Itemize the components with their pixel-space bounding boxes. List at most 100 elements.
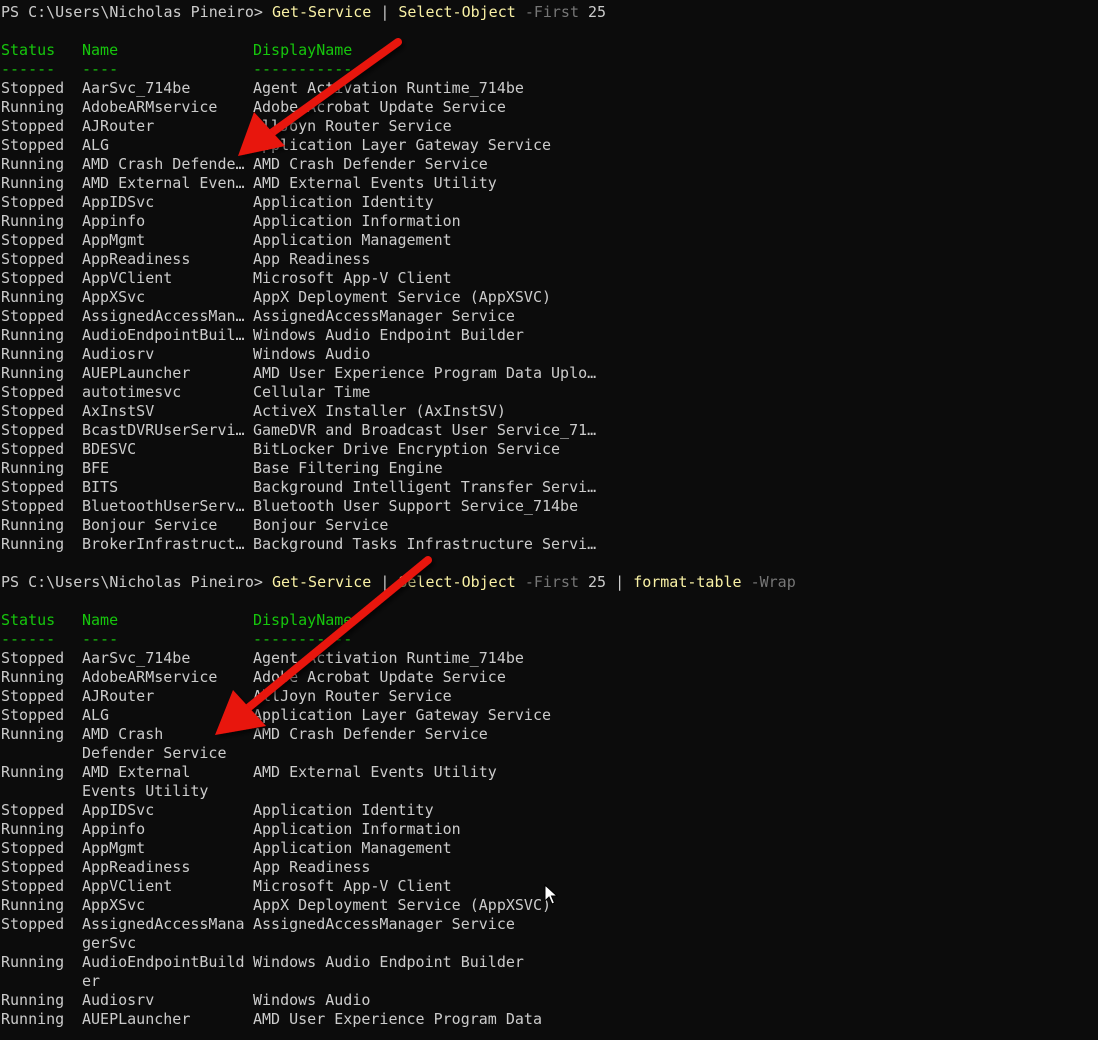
- row-status: Stopped: [1, 269, 65, 287]
- underline-status: ------: [1, 60, 56, 78]
- table-row: Stopped BluetoothUserServ… Bluetooth User …: [1, 497, 1097, 516]
- table-row: Stopped AppIDSvc Application Identity: [1, 193, 1097, 212]
- row-status: Stopped: [1, 421, 65, 439]
- table-row: Running AUEPLauncher AMD User Experience P…: [1, 364, 1097, 383]
- row-name: AarSvc_714be: [82, 649, 191, 667]
- row-name: AdobeARMservice: [82, 668, 218, 686]
- table-row: Running BFE Base Filtering Engine: [1, 459, 1097, 478]
- table-row: Stopped AssignedAccessMana AssignedAccessM…: [1, 915, 1097, 934]
- table-row: Stopped ALG Application Layer Gateway Serv…: [1, 706, 1097, 725]
- row-status: Stopped: [1, 801, 65, 819]
- row-status: Stopped: [1, 193, 65, 211]
- table-row: Running AUEPLauncher AMD User Experience P…: [1, 1010, 1097, 1029]
- underline-status: ------: [1, 630, 56, 648]
- row-displayname: Application Information: [253, 212, 461, 230]
- row-name: AppMgmt: [82, 231, 146, 249]
- row-status: Stopped: [1, 497, 65, 515]
- row-name: AMD External Even…: [82, 174, 245, 192]
- underline-name: ----: [82, 60, 119, 78]
- row-displayname: Application Identity: [253, 193, 434, 211]
- row-name: AJRouter: [82, 687, 155, 705]
- row-status: Stopped: [1, 440, 65, 458]
- row-name: AarSvc_714be: [82, 79, 191, 97]
- row-name: er: [82, 972, 101, 990]
- row-displayname: Adobe Acrobat Update Service: [253, 98, 506, 116]
- header-displayname: DisplayName: [253, 611, 353, 629]
- table-row: Running Appinfo Application Information: [1, 820, 1097, 839]
- row-status: Stopped: [1, 687, 65, 705]
- service-table-2: Stopped AarSvc_714be Agent Activation Runt…: [1, 649, 1097, 1029]
- row-name: BluetoothUserServ…: [82, 497, 245, 515]
- row-displayname: Windows Audio: [253, 991, 371, 1009]
- mouse-pointer-icon: [544, 884, 558, 905]
- param-wrap: -Wrap: [750, 573, 796, 591]
- row-displayname: AMD User Experience Program Data: [253, 1010, 542, 1028]
- table-row: Stopped AxInstSV ActiveX Installer (AxInst…: [1, 402, 1097, 421]
- header-status: Status: [1, 41, 56, 59]
- table-row: Stopped BcastDVRUserServi… GameDVR and Bro…: [1, 421, 1097, 440]
- row-name: AppVClient: [82, 269, 173, 287]
- cmdlet-format-table: format-table: [633, 573, 742, 591]
- param-first: -First: [524, 3, 579, 21]
- row-name: AMD Crash Defende…: [82, 155, 245, 173]
- command-line-1: PS C:\Users\Nicholas Pineiro> Get-Servic…: [1, 3, 1097, 22]
- row-status: Running: [1, 155, 65, 173]
- table-row: Running Bonjour Service Bonjour Service: [1, 516, 1097, 535]
- param-value: 25: [588, 573, 607, 591]
- cmdlet-select-object: Select-Object: [398, 573, 516, 591]
- underline-displayname: -----------: [253, 60, 353, 78]
- row-name: Appinfo: [82, 212, 146, 230]
- underline-displayname: -----------: [253, 630, 353, 648]
- row-name: ALG: [82, 706, 110, 724]
- row-name: Events Utility: [82, 782, 209, 800]
- table-row: Running AdobeARMservice Adobe Acrobat Upda…: [1, 668, 1097, 687]
- row-status: Stopped: [1, 915, 65, 933]
- row-status: Stopped: [1, 307, 65, 325]
- row-status: Running: [1, 174, 65, 192]
- row-name: AssignedAccessMan…: [82, 307, 245, 325]
- row-name: Audiosrv: [82, 345, 155, 363]
- row-name: AppIDSvc: [82, 801, 155, 819]
- row-name: BFE: [82, 459, 110, 477]
- row-name: BcastDVRUserServi…: [82, 421, 245, 439]
- table-row: Stopped BDESVC BitLocker Drive Encryption …: [1, 440, 1097, 459]
- row-name: AJRouter: [82, 117, 155, 135]
- row-name: BITS: [82, 478, 119, 496]
- row-name: gerSvc: [82, 934, 137, 952]
- row-name: AxInstSV: [82, 402, 155, 420]
- row-name: AudioEndpointBuil…: [82, 326, 245, 344]
- row-status: Stopped: [1, 250, 65, 268]
- row-name: AppXSvc: [82, 896, 146, 914]
- table-row: Stopped AppVClient Microsoft App-V Client: [1, 269, 1097, 288]
- row-name: BDESVC: [82, 440, 137, 458]
- table-row: Running AppXSvc AppX Deployment Service (A…: [1, 288, 1097, 307]
- row-name: AppMgmt: [82, 839, 146, 857]
- table-row: Running AMD External Even… AMD External Ev…: [1, 174, 1097, 193]
- row-displayname: Background Tasks Infrastructure Servi…: [253, 535, 597, 553]
- row-status: Stopped: [1, 231, 65, 249]
- row-status: Running: [1, 98, 65, 116]
- row-status: Stopped: [1, 649, 65, 667]
- row-displayname: Base Filtering Engine: [253, 459, 443, 477]
- table-row: Running AMD External AMD External Events U…: [1, 763, 1097, 782]
- row-name: AppReadiness: [82, 858, 191, 876]
- table-row: Running Appinfo Application Information: [1, 212, 1097, 231]
- row-displayname: Bonjour Service: [253, 516, 389, 534]
- pipe-symbol: |: [380, 573, 390, 591]
- row-displayname: AssignedAccessManager Service: [253, 307, 515, 325]
- row-name: AMD Crash: [82, 725, 164, 743]
- table-row: Running AudioEndpointBuil… Windows Audio E…: [1, 326, 1097, 345]
- row-displayname: AMD External Events Utility: [253, 174, 497, 192]
- row-status: Running: [1, 364, 65, 382]
- header-status: Status: [1, 611, 56, 629]
- row-displayname: Agent Activation Runtime_714be: [253, 79, 524, 97]
- row-name: AMD External: [82, 763, 191, 781]
- row-status: Running: [1, 459, 65, 477]
- row-status: Running: [1, 516, 65, 534]
- row-displayname: AMD Crash Defender Service: [253, 725, 488, 743]
- row-status: Stopped: [1, 858, 65, 876]
- row-name: Appinfo: [82, 820, 146, 838]
- row-status: Running: [1, 212, 65, 230]
